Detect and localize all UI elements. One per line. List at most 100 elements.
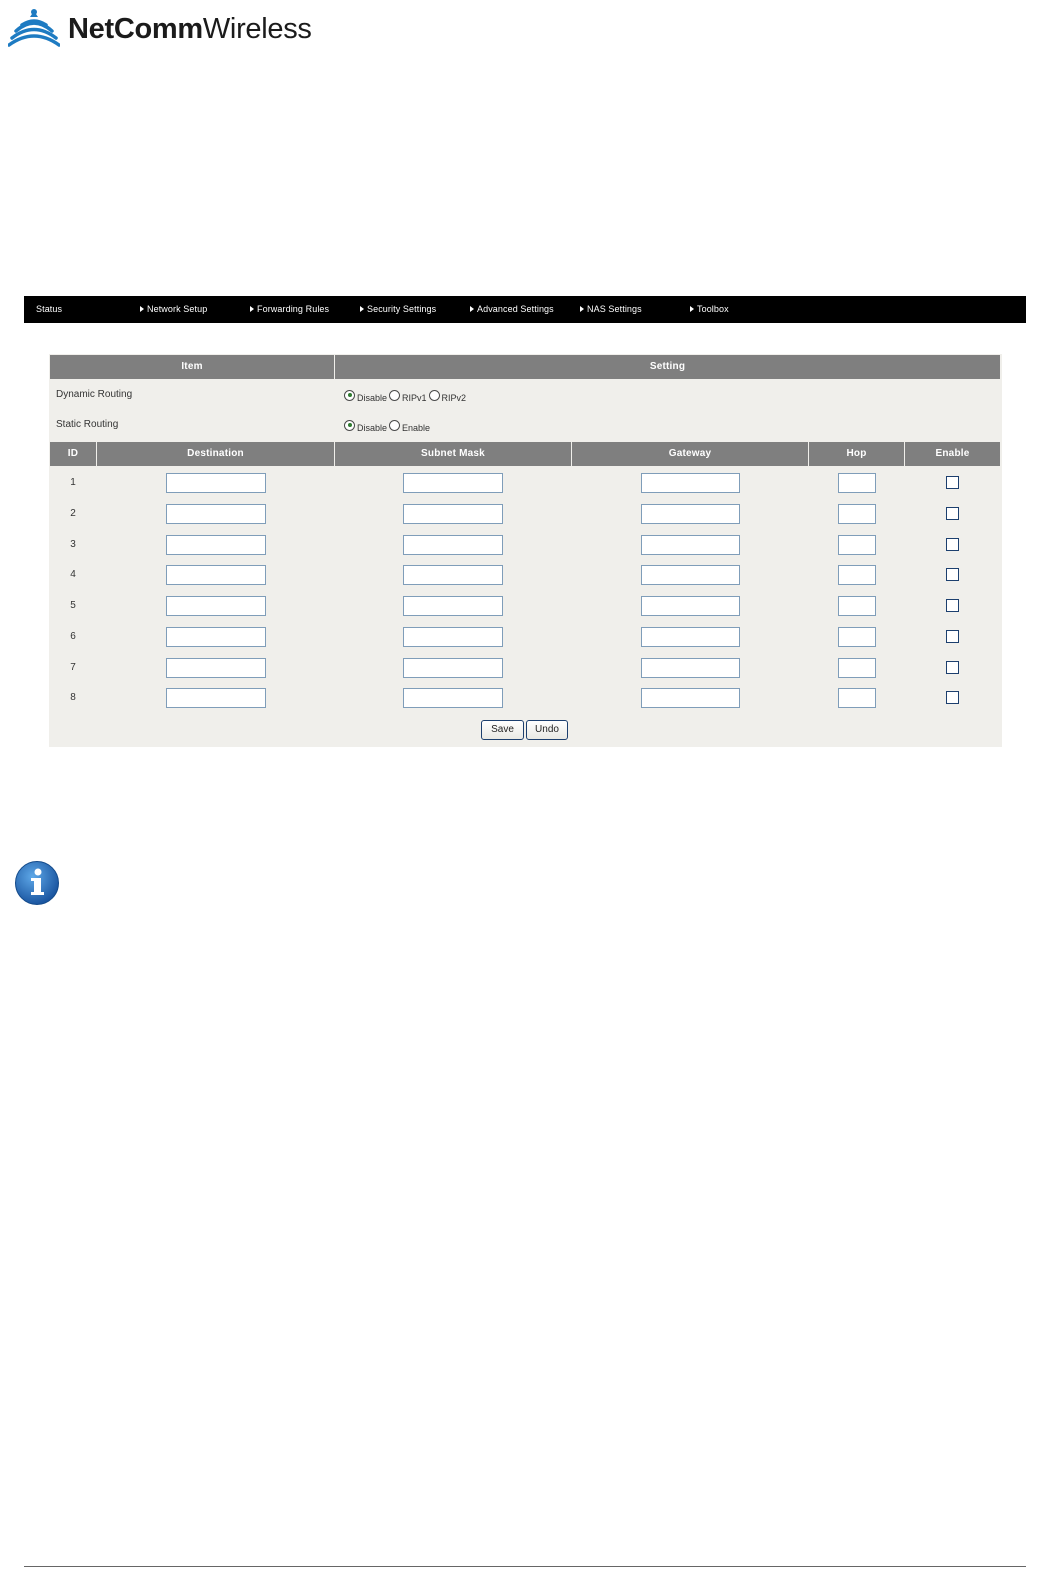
- nav-item-label: Network Setup: [147, 304, 208, 314]
- save-button[interactable]: Save: [481, 720, 524, 740]
- destination-input[interactable]: [166, 535, 266, 555]
- nav-item-security-settings[interactable]: Security Settings: [360, 296, 436, 323]
- nav-item-toolbox[interactable]: Toolbox: [690, 296, 729, 323]
- subnet-mask-input[interactable]: [403, 535, 503, 555]
- undo-button[interactable]: Undo: [526, 720, 568, 740]
- destination-input[interactable]: [166, 565, 266, 585]
- header-setting: Setting: [335, 355, 1000, 379]
- gateway-input[interactable]: [641, 504, 740, 524]
- dynamic-routing-option-disable[interactable]: Disable: [344, 388, 387, 403]
- column-header-id: ID: [50, 442, 96, 466]
- nav-item-status[interactable]: Status: [36, 296, 62, 323]
- table-cell-id: 2: [50, 499, 96, 528]
- static-routing-option-disable[interactable]: Disable: [344, 418, 387, 433]
- triangle-right-icon: [250, 306, 254, 312]
- hop-input[interactable]: [838, 658, 876, 678]
- nav-item-forwarding-rules[interactable]: Forwarding Rules: [250, 296, 329, 323]
- table-cell-enable: [905, 530, 1000, 559]
- row-id: 4: [70, 569, 76, 580]
- nav-item-advanced-settings[interactable]: Advanced Settings: [470, 296, 554, 323]
- subnet-mask-input[interactable]: [403, 658, 503, 678]
- radio-button[interactable]: [389, 419, 401, 431]
- row-id: 3: [70, 539, 76, 550]
- table-cell-enable: [905, 499, 1000, 528]
- row-id: 5: [70, 600, 76, 611]
- table-cell-enable: [905, 622, 1000, 651]
- info-icon: [15, 861, 59, 905]
- enable-checkbox[interactable]: [946, 630, 959, 643]
- table-cell-id: 6: [50, 622, 96, 651]
- destination-input[interactable]: [166, 627, 266, 647]
- table-cell-id: 4: [50, 560, 96, 589]
- gateway-input[interactable]: [641, 565, 740, 585]
- subnet-mask-input[interactable]: [403, 688, 503, 708]
- static-routing-option-enable[interactable]: Enable: [389, 418, 430, 433]
- table-cell-destination: [97, 468, 334, 497]
- gateway-input[interactable]: [641, 596, 740, 616]
- logo-text-light: Wireless: [202, 12, 312, 45]
- enable-checkbox[interactable]: [946, 538, 959, 551]
- destination-input[interactable]: [166, 504, 266, 524]
- enable-checkbox[interactable]: [946, 661, 959, 674]
- subnet-mask-input[interactable]: [403, 565, 503, 585]
- destination-input[interactable]: [166, 688, 266, 708]
- hop-input[interactable]: [838, 688, 876, 708]
- destination-input[interactable]: [166, 658, 266, 678]
- hop-input[interactable]: [838, 565, 876, 585]
- hop-input[interactable]: [838, 596, 876, 616]
- subnet-mask-input[interactable]: [403, 473, 503, 493]
- hop-input[interactable]: [838, 627, 876, 647]
- row-id: 6: [70, 631, 76, 642]
- dynamic-routing-radio-group: Disable RIPv1 RIPv2: [335, 381, 1000, 409]
- radio-button[interactable]: [344, 419, 355, 431]
- gateway-input[interactable]: [641, 535, 740, 555]
- column-header-enable: Enable: [905, 442, 1000, 466]
- enable-checkbox[interactable]: [946, 568, 959, 581]
- destination-input[interactable]: [166, 473, 266, 493]
- destination-input[interactable]: [166, 596, 266, 616]
- subnet-mask-input[interactable]: [403, 504, 503, 524]
- nav-item-label: NAS Settings: [587, 304, 642, 314]
- radio-label: Enable: [402, 422, 431, 433]
- gateway-input[interactable]: [641, 688, 740, 708]
- logo-text-bold: NetComm: [68, 12, 203, 45]
- hop-input[interactable]: [838, 504, 876, 524]
- nav-item-label: Toolbox: [697, 304, 729, 314]
- table-cell-enable: [905, 468, 1000, 497]
- hop-input[interactable]: [838, 473, 876, 493]
- table-cell-gateway: [572, 530, 808, 559]
- table-cell-enable: [905, 591, 1000, 620]
- table-cell-gateway: [572, 653, 808, 682]
- dynamic-routing-setting: Disable RIPv1 RIPv2: [335, 381, 1000, 409]
- enable-checkbox[interactable]: [946, 599, 959, 612]
- table-cell-subnet-mask: [335, 499, 571, 528]
- row-id: 1: [70, 477, 76, 488]
- static-routing-setting: Disable Enable: [335, 411, 1000, 439]
- gateway-input[interactable]: [641, 658, 740, 678]
- triangle-right-icon: [580, 306, 584, 312]
- radio-button[interactable]: [389, 389, 401, 401]
- nav-item-nas-settings[interactable]: NAS Settings: [580, 296, 642, 323]
- dynamic-routing-option-ripv1[interactable]: RIPv1: [389, 388, 427, 403]
- wifi-tower-icon: [8, 9, 60, 47]
- radio-button[interactable]: [344, 389, 355, 401]
- enable-checkbox[interactable]: [946, 476, 959, 489]
- table-cell-hop: [809, 499, 904, 528]
- top-nav-bar: Status Network Setup Forwarding Rules Se…: [24, 296, 1026, 323]
- enable-checkbox[interactable]: [946, 691, 959, 704]
- table-cell-hop: [809, 683, 904, 712]
- nav-item-label: Security Settings: [367, 304, 437, 314]
- nav-item-network-setup[interactable]: Network Setup: [140, 296, 207, 323]
- gateway-input[interactable]: [641, 473, 740, 493]
- subnet-mask-input[interactable]: [403, 596, 503, 616]
- table-cell-hop: [809, 530, 904, 559]
- radio-button[interactable]: [428, 389, 440, 401]
- table-cell-gateway: [572, 622, 808, 651]
- netcomm-logo: NetCommWireless: [8, 4, 312, 54]
- dynamic-routing-option-ripv2[interactable]: RIPv2: [428, 388, 466, 403]
- subnet-mask-input[interactable]: [403, 627, 503, 647]
- enable-checkbox[interactable]: [946, 507, 959, 520]
- hop-input[interactable]: [838, 535, 876, 555]
- gateway-input[interactable]: [641, 627, 740, 647]
- table-cell-id: 3: [50, 530, 96, 559]
